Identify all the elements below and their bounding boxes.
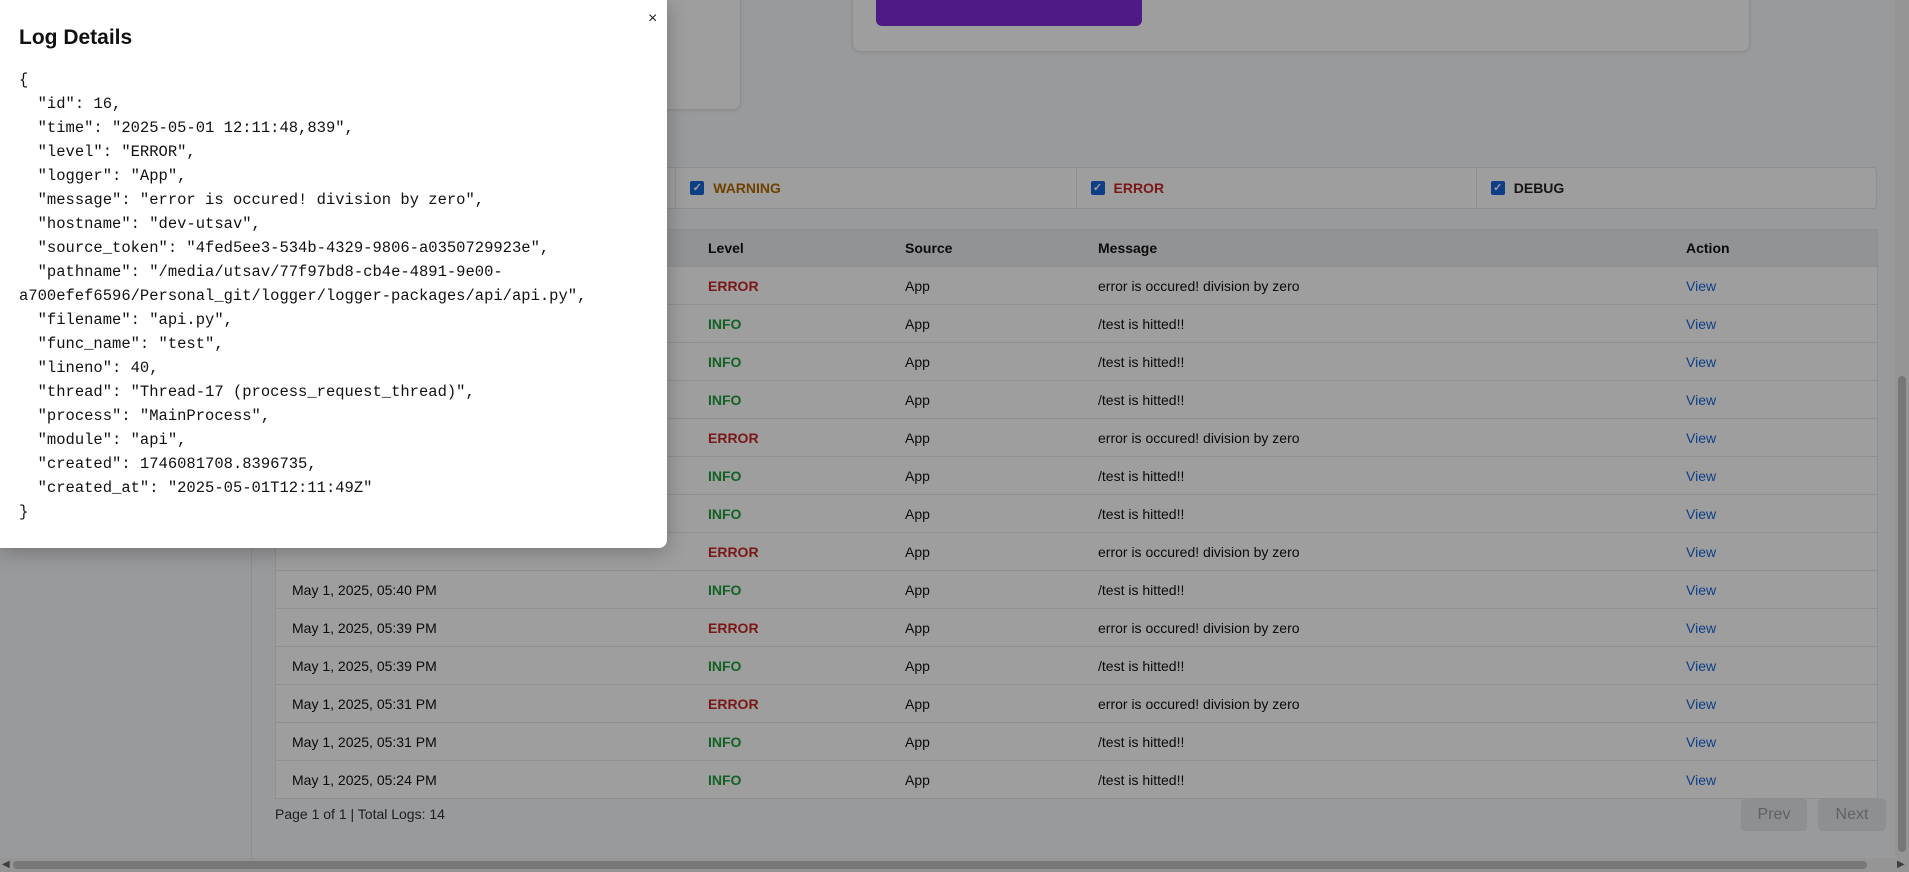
modal-title: Log Details (19, 26, 133, 49)
log-json-content: { "id": 16, "time": "2025-05-01 12:11:48… (19, 71, 587, 521)
log-details-modal: Log Details × { "id": 16, "time": "2025-… (0, 0, 667, 548)
close-icon[interactable]: × (648, 10, 657, 28)
